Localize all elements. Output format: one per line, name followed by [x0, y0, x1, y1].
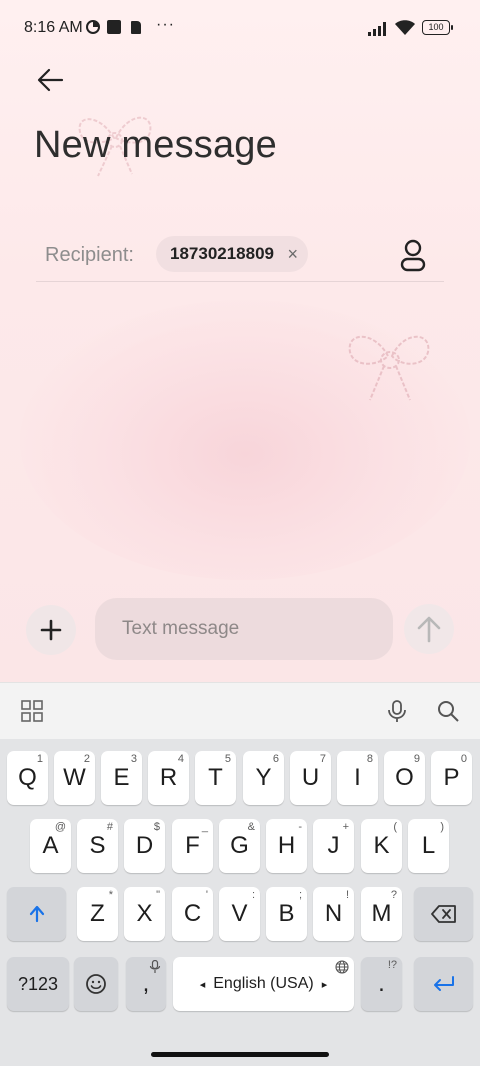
- key-d[interactable]: D $: [124, 819, 165, 873]
- recipient-chip-number: 18730218809: [170, 244, 275, 263]
- home-indicator[interactable]: [151, 1052, 329, 1057]
- battery-icon: 100: [422, 20, 453, 35]
- key-y[interactable]: Y6: [243, 751, 284, 805]
- wifi-icon: [395, 20, 415, 35]
- more-notifications-icon: ···: [156, 16, 175, 33]
- key-z[interactable]: Z *: [77, 887, 118, 941]
- key-x[interactable]: X ": [124, 887, 165, 941]
- send-button[interactable]: [404, 604, 454, 654]
- search-icon[interactable]: [436, 699, 460, 723]
- back-arrow-icon[interactable]: [32, 62, 68, 98]
- key-w[interactable]: W2: [54, 751, 95, 805]
- enter-key[interactable]: [414, 957, 473, 1011]
- key-h[interactable]: H-: [266, 819, 307, 873]
- apps-grid-icon[interactable]: [20, 699, 44, 723]
- key-k[interactable]: K(: [361, 819, 402, 873]
- keyboard: Q1 W2 E3 R4 T5 Y6 U7 I8 O9 P0 A @ S # D $ F…: [0, 739, 480, 1066]
- key-s[interactable]: S #: [77, 819, 118, 873]
- recipient-label: Recipient:: [45, 244, 134, 266]
- symbols-key[interactable]: ?123: [7, 957, 69, 1011]
- space-right-arrow-icon: ▸: [321, 978, 328, 991]
- key-p[interactable]: P0: [431, 751, 472, 805]
- key-j[interactable]: J +: [313, 819, 354, 873]
- backspace-key[interactable]: [414, 887, 473, 941]
- bow-decoration-icon: [348, 335, 430, 401]
- send-arrow-up-icon: [417, 616, 441, 643]
- page-title: New message: [34, 124, 277, 166]
- compose-bar: [0, 596, 480, 662]
- status-bar: 8:16 AM ··· 100: [0, 0, 480, 56]
- key-o[interactable]: O9: [384, 751, 425, 805]
- contact-picker-icon[interactable]: [398, 238, 428, 272]
- status-time: 8:16 AM: [24, 19, 83, 36]
- shift-key[interactable]: [7, 887, 66, 941]
- add-attachment-button[interactable]: [26, 605, 76, 655]
- chip-remove-icon[interactable]: ×: [288, 236, 299, 272]
- recipient-chip[interactable]: 18730218809 ×: [156, 236, 309, 272]
- period-key[interactable]: . !?: [361, 957, 402, 1011]
- space-left-arrow-icon: ◂: [199, 978, 206, 991]
- data-saver-icon: [86, 20, 100, 34]
- key-u[interactable]: U7: [290, 751, 331, 805]
- comma-key[interactable]: ,: [126, 957, 166, 1011]
- keyboard-toolbar: [0, 682, 480, 739]
- key-b[interactable]: B;: [266, 887, 307, 941]
- key-a[interactable]: A @: [30, 819, 71, 873]
- space-language-label: English (USA): [213, 975, 314, 992]
- signal-icon: [368, 22, 386, 36]
- emoji-key[interactable]: [74, 957, 118, 1011]
- enter-icon: [433, 976, 454, 991]
- emoji-icon: [86, 974, 106, 994]
- backspace-icon: [430, 905, 456, 923]
- shift-arrow-icon: [29, 905, 44, 923]
- text-message-input[interactable]: [95, 598, 393, 660]
- key-q[interactable]: Q1: [7, 751, 48, 805]
- key-l[interactable]: L): [408, 819, 449, 873]
- voice-hint-mic-icon: [149, 960, 161, 973]
- key-e[interactable]: E3: [101, 751, 142, 805]
- globe-icon: [335, 960, 349, 974]
- key-v[interactable]: V:: [219, 887, 260, 941]
- key-f[interactable]: F _: [172, 819, 213, 873]
- key-t[interactable]: T5: [195, 751, 236, 805]
- app-screen: 8:16 AM ··· 100 New message Recipient: 1…: [0, 0, 480, 682]
- key-g[interactable]: G &: [219, 819, 260, 873]
- plus-icon: [40, 619, 62, 641]
- notification-square-icon: [107, 20, 121, 34]
- key-m[interactable]: M?: [361, 887, 402, 941]
- key-i[interactable]: I8: [337, 751, 378, 805]
- key-n[interactable]: N!: [313, 887, 354, 941]
- microphone-icon[interactable]: [385, 699, 409, 723]
- sim-card-icon: [131, 21, 141, 34]
- recipient-row: Recipient: 18730218809 ×: [36, 232, 444, 282]
- key-c[interactable]: C ': [172, 887, 213, 941]
- key-r[interactable]: R4: [148, 751, 189, 805]
- space-key[interactable]: ◂ English (USA) ▸: [173, 957, 354, 1011]
